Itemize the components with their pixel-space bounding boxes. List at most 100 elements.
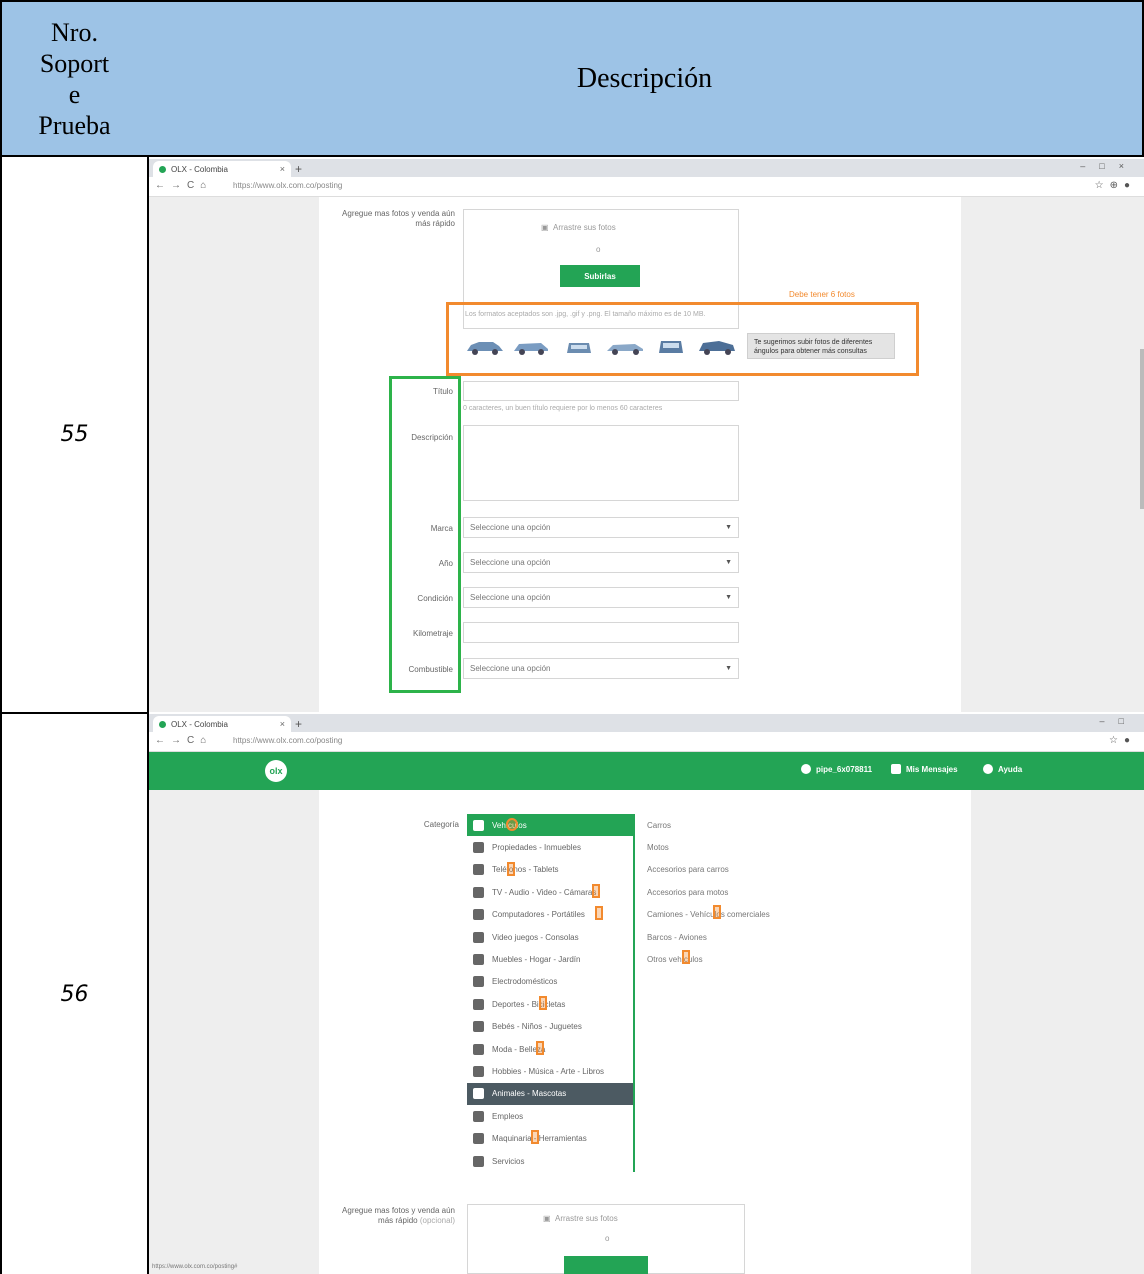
fuel-select-value: Seleccione una opción — [470, 664, 551, 673]
subcategory-item[interactable]: Barcos - Aviones — [647, 926, 817, 948]
category-item-empleos[interactable]: Empleos — [467, 1105, 633, 1127]
year-select[interactable]: Seleccione una opción ▼ — [463, 552, 739, 573]
address-url[interactable]: https://www.olx.com.co/posting — [233, 736, 342, 745]
subcategory-item[interactable]: Camiones - Vehículos comerciales — [647, 904, 817, 926]
header-number-line-3: e — [68, 79, 81, 109]
window-controls[interactable]: –□× — [1080, 161, 1138, 171]
category-item-computadores[interactable]: Computadores - Portátiles — [467, 904, 633, 926]
browser-tab[interactable]: OLX - Colombia × — [153, 716, 291, 732]
brand-select[interactable]: Seleccione una opción ▼ — [463, 517, 739, 538]
subcategory-item[interactable]: Accesorios para motos — [647, 881, 817, 903]
accent-highlight-mark — [713, 905, 721, 919]
upload-button[interactable]: Subirlas — [560, 265, 640, 287]
category-item-propiedades[interactable]: Propiedades - Inmuebles — [467, 836, 633, 858]
header-number-cell: Nro. Soport e Prueba — [0, 0, 149, 157]
bicycle-icon — [473, 998, 484, 1010]
category-label: Categoría — [423, 820, 459, 829]
camera-icon: ▣ — [543, 1214, 551, 1223]
category-item-tv[interactable]: TV - Audio - Video - Cámaras — [467, 881, 633, 903]
appliance-icon — [473, 976, 484, 988]
row-number-cell: 56 — [0, 714, 149, 1274]
navigation-icons[interactable]: ←→C⌂ — [155, 180, 212, 191]
header-number-line-4: Prueba — [38, 110, 111, 140]
subcategory-item[interactable]: Carros — [647, 814, 817, 836]
category-item-bebes[interactable]: Bebés - Niños - Juguetes — [467, 1016, 633, 1038]
category-label-text: Bebés - Niños - Juguetes — [492, 1022, 582, 1032]
browser-tab-bar: OLX - Colombia × + –□ — [149, 714, 1144, 732]
user-icon — [801, 764, 811, 774]
category-item-electrodomesticos[interactable]: Electrodomésticos — [467, 971, 633, 993]
category-item-vehiculos[interactable]: Vehículos — [467, 814, 633, 837]
site-logo[interactable]: olx — [265, 760, 287, 782]
address-bar: ←→C⌂ https://www.olx.com.co/posting ☆● — [149, 732, 1144, 752]
form-card — [319, 790, 971, 1274]
category-item-deportes[interactable]: Deportes - Bicicletas — [467, 993, 633, 1015]
condition-select-value: Seleccione una opción — [470, 593, 551, 602]
help-link[interactable]: Ayuda — [983, 764, 1022, 774]
mileage-input[interactable] — [463, 622, 739, 643]
subcategory-item[interactable]: Otros vehículos — [647, 948, 817, 970]
photos-placeholder: Arrastre sus fotos — [555, 1214, 618, 1223]
accent-highlight-mark — [595, 906, 603, 920]
upload-button[interactable] — [564, 1256, 648, 1274]
address-url[interactable]: https://www.olx.com.co/posting — [233, 181, 342, 190]
category-item-moda[interactable]: Moda - Belleza — [467, 1038, 633, 1060]
category-list: Vehículos Propiedades - Inmuebles Teléfo… — [467, 814, 635, 1173]
browser-tab-title: OLX - Colombia — [171, 719, 228, 729]
subcategory-item[interactable]: Motos — [647, 836, 817, 858]
category-item-maquinaria[interactable]: Maquinaria - Herramientas — [467, 1127, 633, 1149]
photo-dropzone-text: ▣ Arrastre sus fotos — [541, 223, 616, 232]
photos-label: Agregue mas fotos y venda aún más rápido — [342, 209, 455, 228]
profile-icon[interactable]: ☆● — [1109, 735, 1136, 746]
browser-tab[interactable]: OLX - Colombia × — [153, 161, 291, 177]
category-item-servicios[interactable]: Servicios — [467, 1150, 633, 1172]
fuel-select[interactable]: Seleccione una opción ▼ — [463, 658, 739, 679]
accent-highlight-mark — [536, 1041, 544, 1055]
new-tab-icon[interactable]: + — [295, 162, 302, 176]
help-icon — [983, 764, 993, 774]
window-controls[interactable]: –□ — [1100, 716, 1138, 726]
briefcase-icon — [473, 1110, 484, 1122]
navigation-icons[interactable]: ←→C⌂ — [155, 735, 212, 746]
row-number-cell: 55 — [0, 157, 149, 712]
category-label-text: Video juegos - Consolas — [492, 932, 579, 942]
scrollbar[interactable] — [1140, 349, 1144, 509]
new-tab-icon[interactable]: + — [295, 717, 302, 731]
chevron-down-icon: ▼ — [725, 594, 732, 601]
category-item-animales[interactable]: Animales - Mascotas — [467, 1082, 633, 1106]
category-label-text: Computadores - Portátiles — [492, 910, 585, 920]
category-label-text: Muebles - Hogar - Jardín — [492, 955, 581, 965]
subcategory-item[interactable]: Accesorios para carros — [647, 859, 817, 881]
camera-icon: ▣ — [541, 223, 549, 232]
favicon-icon — [159, 720, 166, 728]
header-description-cell: Descripción — [147, 0, 1144, 157]
user-name: pipe_6x078811 — [816, 764, 873, 774]
accent-highlight-mark — [539, 996, 547, 1010]
category-item-telefonos[interactable]: Teléfonos - Tablets — [467, 859, 633, 881]
formats-hint: Los formatos aceptados son .jpg, .gif y … — [465, 311, 706, 318]
row-number: 55 — [60, 422, 89, 447]
category-item-muebles[interactable]: Muebles - Hogar - Jardín — [467, 948, 633, 970]
category-label-text: Deportes - Bicicletas — [492, 999, 566, 1009]
browser-tab-bar: OLX - Colombia × + –□× — [149, 159, 1144, 177]
user-menu[interactable]: pipe_6x078811 — [801, 764, 872, 774]
shirt-icon — [473, 1043, 484, 1055]
close-tab-icon[interactable]: × — [280, 719, 285, 729]
accent-highlight-mark — [592, 884, 600, 898]
messages-label: Mis Mensajes — [906, 764, 958, 774]
profile-icon[interactable]: ☆⊕● — [1095, 180, 1136, 191]
favicon-icon — [159, 165, 166, 173]
year-select-value: Seleccione una opción — [470, 558, 551, 567]
gamepad-icon — [473, 931, 484, 943]
car-angle-icon — [699, 341, 735, 355]
category-item-hobbies[interactable]: Hobbies - Música - Arte - Libros — [467, 1060, 633, 1082]
title-input[interactable] — [463, 381, 739, 401]
accent-highlight-mark — [506, 818, 518, 831]
category-item-videojuegos[interactable]: Video juegos - Consolas — [467, 926, 633, 948]
close-tab-icon[interactable]: × — [280, 164, 285, 174]
messages-link[interactable]: Mis Mensajes — [891, 764, 958, 774]
phone-icon — [473, 864, 484, 876]
condition-select[interactable]: Seleccione una opción ▼ — [463, 587, 739, 608]
description-textarea[interactable] — [463, 425, 739, 501]
car-angle-icon — [467, 342, 503, 355]
